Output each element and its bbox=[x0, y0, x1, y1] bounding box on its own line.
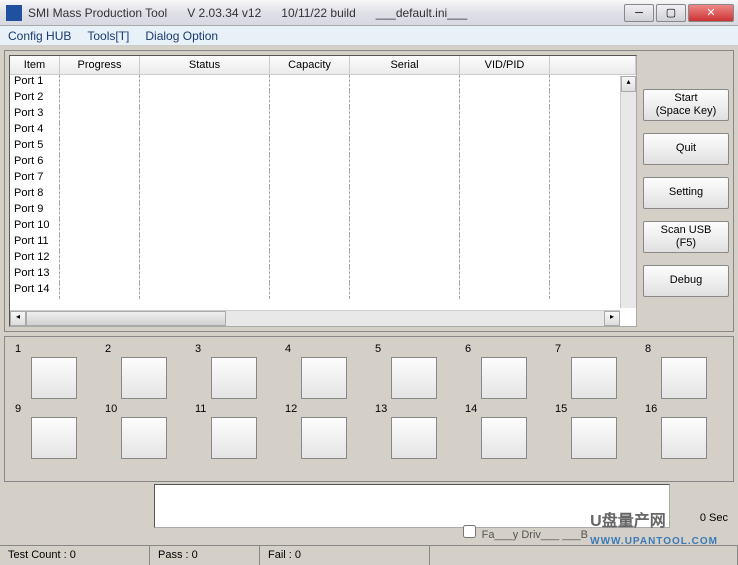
table-row[interactable]: Port 10 bbox=[10, 219, 636, 235]
port-slot-4[interactable]: 4 bbox=[281, 343, 367, 399]
port-table: Item Progress Status Capacity Serial VID… bbox=[9, 55, 637, 327]
port-slot-16[interactable]: 16 bbox=[641, 403, 727, 459]
port-box[interactable] bbox=[661, 417, 707, 459]
status-pass: Pass : 0 bbox=[150, 546, 260, 565]
start-button[interactable]: Start (Space Key) bbox=[643, 89, 729, 121]
close-button[interactable]: ✕ bbox=[688, 4, 734, 22]
slot-row-2: 910111213141516 bbox=[11, 403, 727, 459]
port-slot-8[interactable]: 8 bbox=[641, 343, 727, 399]
port-slot-9[interactable]: 9 bbox=[11, 403, 97, 459]
table-row[interactable]: Port 7 bbox=[10, 171, 636, 187]
minimize-button[interactable]: ─ bbox=[624, 4, 654, 22]
timer-label: 0 Sec bbox=[674, 484, 734, 528]
port-box[interactable] bbox=[31, 417, 77, 459]
table-row[interactable]: Port 2 bbox=[10, 91, 636, 107]
port-slot-15[interactable]: 15 bbox=[551, 403, 637, 459]
port-box[interactable] bbox=[301, 357, 347, 399]
col-item[interactable]: Item bbox=[10, 56, 60, 74]
log-textbox[interactable] bbox=[154, 484, 670, 528]
port-slot-13[interactable]: 13 bbox=[371, 403, 457, 459]
window-title: SMI Mass Production Tool V 2.03.34 v12 1… bbox=[28, 6, 624, 20]
port-box[interactable] bbox=[481, 417, 527, 459]
status-bar: Test Count : 0 Pass : 0 Fail : 0 bbox=[0, 545, 738, 565]
table-body: Port 1Port 2Port 3Port 4Port 5Port 6Port… bbox=[10, 75, 636, 299]
port-slot-12[interactable]: 12 bbox=[281, 403, 367, 459]
table-row[interactable]: Port 4 bbox=[10, 123, 636, 139]
col-vidpid[interactable]: VID/PID bbox=[460, 56, 550, 74]
table-row[interactable]: Port 14 bbox=[10, 283, 636, 299]
port-box[interactable] bbox=[31, 357, 77, 399]
port-box[interactable] bbox=[301, 417, 347, 459]
table-row[interactable]: Port 5 bbox=[10, 139, 636, 155]
port-box[interactable] bbox=[571, 357, 617, 399]
slot-row-1: 12345678 bbox=[11, 343, 727, 399]
port-box[interactable] bbox=[211, 357, 257, 399]
checkbox-icon[interactable] bbox=[463, 525, 476, 538]
quit-button[interactable]: Quit bbox=[643, 133, 729, 165]
port-box[interactable] bbox=[121, 417, 167, 459]
debug-button[interactable]: Debug bbox=[643, 265, 729, 297]
port-slot-7[interactable]: 7 bbox=[551, 343, 637, 399]
table-row[interactable]: Port 11 bbox=[10, 235, 636, 251]
port-slot-1[interactable]: 1 bbox=[11, 343, 97, 399]
status-test-count: Test Count : 0 bbox=[0, 546, 150, 565]
setting-button[interactable]: Setting bbox=[643, 177, 729, 209]
table-row[interactable]: Port 9 bbox=[10, 203, 636, 219]
menu-tools[interactable]: Tools[T] bbox=[87, 29, 129, 43]
port-slot-14[interactable]: 14 bbox=[461, 403, 547, 459]
horizontal-scrollbar[interactable]: ◂ ▸ bbox=[10, 310, 620, 326]
table-row[interactable]: Port 3 bbox=[10, 107, 636, 123]
maximize-button[interactable]: ▢ bbox=[656, 4, 686, 22]
port-slot-11[interactable]: 11 bbox=[191, 403, 277, 459]
app-icon bbox=[6, 5, 22, 21]
port-slot-10[interactable]: 10 bbox=[101, 403, 187, 459]
table-row[interactable]: Port 13 bbox=[10, 267, 636, 283]
port-box[interactable] bbox=[661, 357, 707, 399]
col-capacity[interactable]: Capacity bbox=[270, 56, 350, 74]
col-status[interactable]: Status bbox=[140, 56, 270, 74]
status-fail: Fail : 0 bbox=[260, 546, 430, 565]
col-serial[interactable]: Serial bbox=[350, 56, 460, 74]
table-header: Item Progress Status Capacity Serial VID… bbox=[10, 56, 636, 75]
vertical-scrollbar[interactable]: ▴ bbox=[620, 76, 636, 308]
port-slot-5[interactable]: 5 bbox=[371, 343, 457, 399]
factory-driver-checkbox[interactable]: Fa___y Driv___ ___B bbox=[459, 522, 588, 541]
port-slot-6[interactable]: 6 bbox=[461, 343, 547, 399]
scroll-up-icon[interactable]: ▴ bbox=[621, 76, 636, 92]
port-box[interactable] bbox=[571, 417, 617, 459]
port-box[interactable] bbox=[391, 417, 437, 459]
col-progress[interactable]: Progress bbox=[60, 56, 140, 74]
menu-config-hub[interactable]: Config HUB bbox=[8, 29, 71, 43]
scroll-right-icon[interactable]: ▸ bbox=[604, 311, 620, 326]
side-buttons: Start (Space Key) Quit Setting Scan USB … bbox=[643, 55, 729, 327]
port-slot-3[interactable]: 3 bbox=[191, 343, 277, 399]
menubar: Config HUB Tools[T] Dialog Option bbox=[0, 26, 738, 46]
scan-usb-button[interactable]: Scan USB (F5) bbox=[643, 221, 729, 253]
port-box[interactable] bbox=[121, 357, 167, 399]
table-row[interactable]: Port 12 bbox=[10, 251, 636, 267]
table-row[interactable]: Port 6 bbox=[10, 155, 636, 171]
titlebar: SMI Mass Production Tool V 2.03.34 v12 1… bbox=[0, 0, 738, 26]
port-box[interactable] bbox=[391, 357, 437, 399]
scroll-left-icon[interactable]: ◂ bbox=[10, 311, 26, 326]
scroll-thumb[interactable] bbox=[26, 311, 226, 326]
port-box[interactable] bbox=[481, 357, 527, 399]
main-panel: Item Progress Status Capacity Serial VID… bbox=[4, 50, 734, 332]
menu-dialog-option[interactable]: Dialog Option bbox=[145, 29, 218, 43]
port-slot-panel: 12345678 910111213141516 bbox=[4, 336, 734, 482]
table-row[interactable]: Port 1 bbox=[10, 75, 636, 91]
table-row[interactable]: Port 8 bbox=[10, 187, 636, 203]
port-slot-2[interactable]: 2 bbox=[101, 343, 187, 399]
port-box[interactable] bbox=[211, 417, 257, 459]
